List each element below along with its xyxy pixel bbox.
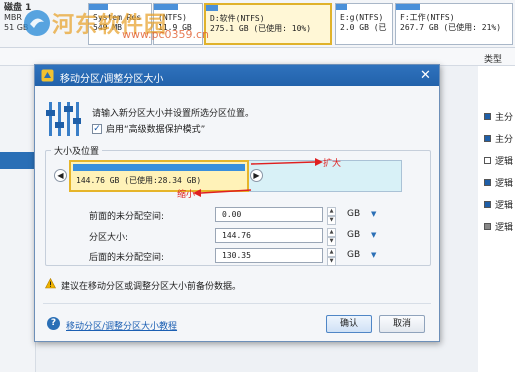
- partition-name: D:软件(NTFS): [210, 14, 265, 23]
- move-left-button[interactable]: ◀: [54, 169, 67, 182]
- unallocated-before-input[interactable]: 0.00: [215, 207, 323, 222]
- unallocated-before-unit: GB: [347, 209, 361, 219]
- list-item[interactable]: 逻辑: [484, 197, 513, 211]
- partition-type-swatch: [484, 156, 491, 164]
- shrink-annotation: 缩小: [177, 190, 196, 200]
- app-logo-icon: [41, 69, 54, 82]
- move-resize-dialog: 移动分区/调整分区大小 ✕ 请输入新分区大小并设置所选分区位置。 ✓ 启用“高级…: [34, 64, 440, 342]
- column-header-type[interactable]: 类型: [484, 52, 502, 65]
- unallocated-before-label: 前面的未分配空间:: [89, 212, 165, 222]
- spin-up-icon[interactable]: ▲: [327, 228, 336, 237]
- partition-block-e[interactable]: E:g(NTFS) 2.0 GB (已: [335, 3, 393, 45]
- close-button[interactable]: ✕: [418, 68, 433, 83]
- expand-annotation: 扩大: [323, 159, 342, 169]
- spin-down-icon[interactable]: ▼: [327, 237, 336, 246]
- cancel-button[interactable]: 取消: [379, 315, 425, 333]
- partition-size: 2.0 GB (已: [340, 23, 387, 32]
- list-item[interactable]: 逻辑: [484, 175, 513, 189]
- unallocated-after-spinner[interactable]: ▲ ▼: [327, 248, 336, 266]
- partition-size-unit: GB: [347, 230, 361, 240]
- partition-block-d[interactable]: D:软件(NTFS) 275.1 GB (已使用: 10%): [204, 3, 332, 45]
- partition-size: 275.1 GB (已使用: 10%): [210, 24, 312, 33]
- partition-type-swatch: [484, 134, 491, 142]
- spin-up-icon[interactable]: ▲: [327, 207, 336, 216]
- shrink-arrow-icon: [193, 189, 252, 197]
- list-item[interactable]: 主分: [484, 131, 513, 145]
- partition-type-label: 逻辑: [495, 156, 514, 167]
- partition-type-label: 主分: [495, 134, 514, 145]
- unit-dropdown-icon[interactable]: ▼: [371, 210, 376, 218]
- size-position-group-title: 大小及位置: [51, 144, 103, 157]
- unit-dropdown-icon[interactable]: ▼: [371, 231, 376, 239]
- disk-map-bar: 磁盘 1 MBR 51 GB System Res 549 MB (NTFS) …: [0, 0, 515, 48]
- partition-name: F:工作(NTFS): [400, 13, 455, 22]
- instruction-text: 请输入新分区大小并设置所选分区位置。: [92, 109, 255, 119]
- list-item[interactable]: 逻辑: [484, 153, 513, 167]
- partition-usage-bar: [206, 5, 219, 11]
- unallocated-after-input[interactable]: 130.35: [215, 248, 323, 263]
- partition-type-swatch: [484, 222, 491, 230]
- partition-block-f[interactable]: F:工作(NTFS) 267.7 GB (已使用: 21%): [395, 3, 513, 45]
- partition-size-input[interactable]: 144.76: [215, 228, 323, 243]
- advanced-protection-checkbox[interactable]: ✓: [92, 123, 102, 134]
- footer-divider: [43, 303, 431, 304]
- spin-down-icon[interactable]: ▼: [327, 257, 336, 266]
- help-icon[interactable]: ?: [47, 317, 60, 330]
- partition-type-label: 逻辑: [495, 178, 514, 189]
- partition-type-swatch: [484, 200, 491, 208]
- sliders-icon: [46, 102, 81, 136]
- partition-size-label: 分区大小:: [89, 233, 129, 243]
- unit-dropdown-icon[interactable]: ▼: [371, 251, 376, 259]
- partition-type-label: 逻辑: [495, 222, 514, 233]
- spin-down-icon[interactable]: ▼: [327, 216, 336, 225]
- partition-size: 267.7 GB (已使用: 21%): [400, 23, 502, 32]
- dialog-titlebar[interactable]: 移动分区/调整分区大小 ✕: [35, 65, 439, 86]
- partition-name: E:g(NTFS): [340, 13, 384, 22]
- unallocated-after-unit: GB: [347, 250, 361, 260]
- partition-type-swatch: [484, 112, 491, 120]
- partition-type-label: 逻辑: [495, 200, 514, 211]
- tutorial-link[interactable]: 移动分区/调整分区大小教程: [66, 319, 177, 332]
- partition-usage-bar: [396, 4, 421, 10]
- warning-icon: [45, 278, 56, 289]
- dialog-title: 移动分区/调整分区大小: [60, 74, 164, 85]
- advanced-protection-option[interactable]: ✓ 启用“高级数据保护模式”: [92, 122, 205, 135]
- watermark-logo-icon: [24, 10, 50, 36]
- partition-size-spinner[interactable]: ▲ ▼: [327, 228, 336, 246]
- backup-warning-text: 建议在移动分区或调整分区大小前备份数据。: [61, 282, 242, 292]
- partition-used-fill: [73, 164, 245, 171]
- unallocated-before-spinner[interactable]: ▲ ▼: [327, 207, 336, 225]
- watermark: 河东软件园 www.pc0359.cn: [22, 6, 209, 41]
- watermark-url: www.pc0359.cn: [122, 28, 210, 41]
- list-item[interactable]: 主分: [484, 109, 513, 123]
- partition-usage-bar: [336, 4, 348, 10]
- unallocated-after-label: 后面的未分配空间:: [89, 253, 165, 263]
- left-panel-highlight: [0, 152, 36, 169]
- partition-type-label: 主分: [495, 112, 514, 123]
- partition-type-swatch: [484, 178, 491, 186]
- confirm-button[interactable]: 确认: [326, 315, 372, 333]
- advanced-protection-label: 启用“高级数据保护模式”: [106, 125, 206, 135]
- list-item[interactable]: 逻辑: [484, 219, 513, 233]
- left-panel: [0, 66, 36, 372]
- expand-arrow-icon: [250, 158, 323, 166]
- partition-block-text: 144.76 GB (已使用:28.34 GB): [76, 176, 202, 185]
- spin-up-icon[interactable]: ▲: [327, 248, 336, 257]
